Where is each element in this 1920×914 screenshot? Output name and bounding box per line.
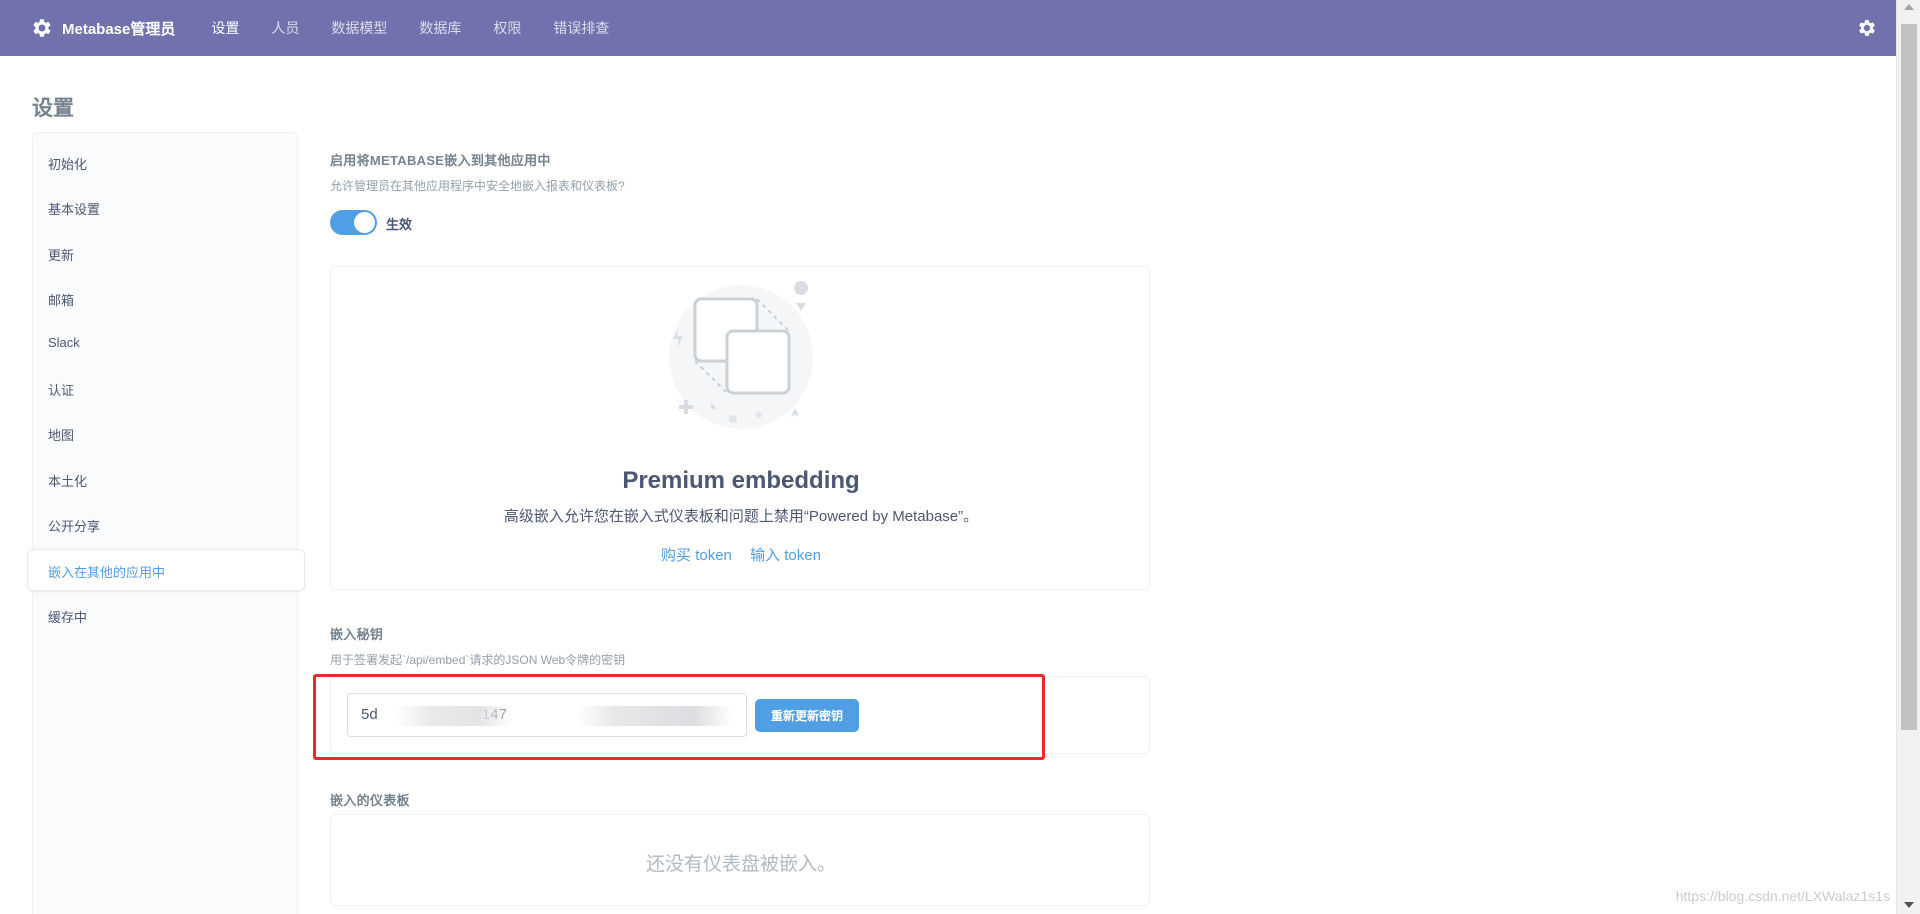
embedded-dashboards-card: 还没有仪表盘被嵌入。 (330, 814, 1150, 906)
nav-permissions[interactable]: 权限 (493, 18, 521, 38)
embedding-toggle[interactable] (330, 210, 377, 235)
admin-nav: 设置 人员 数据模型 数据库 权限 错误排查 (211, 18, 641, 38)
nav-databases[interactable]: 数据库 (419, 18, 461, 38)
secret-key-card: 5d b76f147 3ec4b 重新更新密钥 (330, 676, 1150, 754)
toggle-status-label: 生效 (386, 217, 413, 232)
sidebar-item-localization[interactable]: 本土化 (48, 471, 87, 490)
buy-token-link[interactable]: 购买 token (661, 547, 732, 564)
sidebar-item-general[interactable]: 基本设置 (48, 199, 100, 218)
premium-title: Premium embedding (622, 467, 860, 494)
embedding-section-title: 启用将METABASE嵌入到其他应用中 (330, 153, 551, 168)
nav-settings[interactable]: 设置 (211, 18, 239, 38)
redaction-blur (576, 706, 732, 726)
secret-key-description: 用于签署发起`/api/embed`请求的JSON Web令牌的密钥 (330, 653, 626, 667)
nav-troubleshooting[interactable]: 错误排查 (553, 18, 609, 38)
premium-links: 购买 token 输入 token (331, 544, 1151, 565)
toggle-knob (354, 212, 375, 233)
secret-key-input[interactable]: 5d b76f147 3ec4b (347, 693, 747, 737)
scroll-down-arrow-icon[interactable] (1904, 902, 1914, 908)
sidebar-item-authentication[interactable]: 认证 (48, 380, 74, 399)
brand-label: Metabase管理员 (62, 20, 176, 38)
sidebar-item-setup[interactable]: 初始化 (48, 154, 87, 173)
embedding-illustration-icon (669, 281, 813, 429)
page-title: 设置 (32, 97, 74, 120)
sidebar-item-updates[interactable]: 更新 (48, 245, 74, 264)
premium-embedding-card: Premium embedding 高级嵌入允许您在嵌入式仪表板和问题上禁用“P… (330, 266, 1150, 590)
enter-token-link[interactable]: 输入 token (750, 547, 821, 564)
vertical-scrollbar[interactable] (1896, 0, 1920, 914)
settings-gear-icon[interactable] (1856, 17, 1878, 39)
scroll-thumb[interactable] (1901, 24, 1917, 730)
sidebar-item-slack[interactable]: Slack (48, 335, 80, 350)
top-navbar: Metabase管理员 设置 人员 数据模型 数据库 权限 错误排查 (0, 0, 1896, 56)
watermark: https://blog.csdn.net/LXWalaz1s1s (1675, 888, 1890, 904)
sidebar-item-email[interactable]: 邮箱 (48, 290, 74, 309)
sidebar-item-public-sharing[interactable]: 公开分享 (48, 516, 100, 535)
empty-state-text: 还没有仪表盘被嵌入。 (645, 854, 836, 875)
redaction-blur (395, 706, 513, 726)
premium-description: 高级嵌入允许您在嵌入式仪表板和问题上禁用“Powered by Metabase… (503, 508, 979, 525)
sidebar-item-embedding[interactable]: 嵌入在其他的应用中 (48, 562, 165, 581)
scroll-up-arrow-icon[interactable] (1904, 4, 1914, 10)
embedding-section-description: 允许管理员在其他应用程序中安全地嵌入报表和仪表板? (330, 179, 625, 193)
settings-sidebar: 初始化 基本设置 更新 邮箱 Slack 认证 地图 本土化 公开分享 嵌入在其… (27, 132, 305, 914)
brand[interactable]: Metabase管理员 (30, 16, 175, 40)
settings-gear-icon (33, 19, 51, 37)
sidebar-item-maps[interactable]: 地图 (48, 425, 74, 444)
embedded-dashboards-title: 嵌入的仪表板 (330, 793, 410, 808)
secret-key-title: 嵌入秘钥 (330, 627, 384, 642)
regenerate-key-button[interactable]: 重新更新密钥 (755, 699, 859, 732)
sidebar-item-caching[interactable]: 缓存中 (48, 607, 87, 626)
nav-people[interactable]: 人员 (271, 18, 299, 38)
nav-data-model[interactable]: 数据模型 (331, 18, 387, 38)
